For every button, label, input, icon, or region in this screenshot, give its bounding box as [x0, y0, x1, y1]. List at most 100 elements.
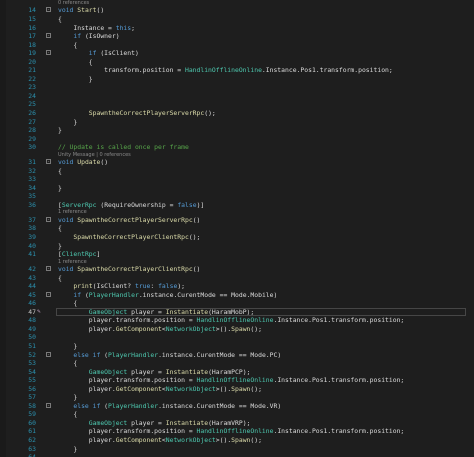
code-line[interactable]: 33	[0, 175, 474, 184]
code-text[interactable]: }	[58, 118, 77, 127]
code-line[interactable]: 29	[0, 135, 474, 144]
code-line[interactable]: 46 {	[0, 299, 474, 308]
code-editor[interactable]: 0 references 14- void Start() 15{16 Instanc…	[0, 0, 474, 457]
code-line[interactable]: 62 player.GetComponent<NetworkObject>().…	[0, 436, 474, 445]
code-line[interactable]: 19 - if (IsClient)	[0, 49, 474, 58]
code-line[interactable]: 51 }	[0, 342, 474, 351]
code-text[interactable]: {	[58, 15, 62, 24]
code-line[interactable]: 56 player.GetComponent<NetworkObject>().…	[0, 385, 474, 394]
code-text[interactable]: player.GetComponent<NetworkObject>().Spa…	[58, 436, 262, 445]
code-text[interactable]: {	[58, 359, 77, 368]
code-text[interactable]: [ClientRpc]	[58, 250, 100, 259]
code-line[interactable]: 58 - else if (PlayerHandler.instance.Cure…	[0, 402, 474, 411]
code-text[interactable]: {	[58, 167, 62, 176]
code-line[interactable]: 54 GameObject player = Instantiate(Haram…	[0, 368, 474, 377]
code-text[interactable]: else if (PlayerHandler.instance.CurentMo…	[58, 402, 281, 411]
fold-toggle-icon[interactable]: -	[46, 159, 51, 165]
code-text[interactable]: GameObject player = Instantiate(HaramVRP…	[58, 419, 251, 428]
code-line[interactable]: ✎ 47 GameObject player = Instantiate(Hara…	[0, 307, 474, 317]
code-text[interactable]: GameObject player = Instantiate(HaramPCP…	[58, 368, 251, 377]
code-text[interactable]: GameObject player = Instantiate(HaramMob…	[58, 308, 254, 317]
code-text[interactable]: if (PlayerHandler.instance.CurentMode ==…	[58, 291, 277, 300]
code-line[interactable]: 50	[0, 333, 474, 342]
code-line[interactable]: 18 {	[0, 41, 474, 50]
code-text[interactable]: }	[58, 342, 77, 351]
code-line[interactable]: 27 }	[0, 118, 474, 127]
code-line[interactable]: 57 }	[0, 393, 474, 402]
code-text[interactable]: player.transform.position = HandlinOffli…	[58, 376, 405, 385]
code-line[interactable]: 42 - void SpawntheCorrectPlayerClientRpc()	[0, 265, 474, 274]
code-line[interactable]: 20 {	[0, 58, 474, 67]
code-line[interactable]: 28}	[0, 126, 474, 135]
code-line[interactable]: 45 - if (PlayerHandler.instance.CurentMod…	[0, 291, 474, 300]
code-line[interactable]: 35	[0, 192, 474, 201]
code-line[interactable]: 49 player.GetComponent<NetworkObject>().…	[0, 325, 474, 334]
code-text[interactable]: [ServerRpc (RequireOwnership = false)]	[58, 201, 204, 210]
code-line[interactable]: 41 [ClientRpc]	[0, 250, 474, 259]
code-text[interactable]: }	[58, 184, 62, 193]
code-text[interactable]: }	[58, 445, 77, 454]
code-line[interactable]: 30 // Update is called once per frame	[0, 143, 474, 152]
code-line[interactable]: 17 - if (IsOwner)	[0, 32, 474, 41]
fold-toggle-icon[interactable]: -	[46, 50, 51, 56]
code-text[interactable]: if (IsOwner)	[58, 32, 119, 41]
code-text[interactable]: {	[58, 274, 62, 283]
code-text[interactable]: else if (PlayerHandler.instance.CurentMo…	[58, 351, 281, 360]
code-text[interactable]: SpawntheCorrectPlayerClientRpc();	[58, 233, 200, 242]
code-line[interactable]: 16 Instance = this;	[0, 24, 474, 33]
code-line[interactable]: 36 [ServerRpc (RequireOwnership = false)]	[0, 201, 474, 210]
code-line[interactable]: 64	[0, 453, 474, 457]
code-text[interactable]: }	[58, 75, 93, 84]
code-line[interactable]: 63 }	[0, 445, 474, 454]
fold-toggle-icon[interactable]: -	[46, 216, 51, 222]
code-line[interactable]: 26 SpawntheCorrectPlayerServerRpc();	[0, 109, 474, 118]
code-text[interactable]: }	[58, 126, 62, 135]
code-line[interactable]: 23	[0, 83, 474, 92]
code-line[interactable]: 32 {	[0, 167, 474, 176]
code-line[interactable]: 60 GameObject player = Instantiate(Haram…	[0, 419, 474, 428]
code-text[interactable]: player.GetComponent<NetworkObject>().Spa…	[58, 385, 262, 394]
code-line[interactable]: 34}	[0, 184, 474, 193]
code-text[interactable]: void SpawntheCorrectPlayerClientRpc()	[58, 265, 200, 274]
code-text[interactable]: print(IsClient? true: false);	[58, 282, 185, 291]
quick-actions-icon[interactable]: ✎	[37, 308, 44, 315]
fold-toggle-icon[interactable]: -	[46, 351, 51, 357]
code-text[interactable]: // Update is called once per frame	[58, 143, 189, 152]
code-line[interactable]: 25	[0, 100, 474, 109]
code-text[interactable]: {	[58, 299, 77, 308]
code-line[interactable]: 39 SpawntheCorrectPlayerClientRpc();	[0, 233, 474, 242]
code-text[interactable]: }	[58, 393, 77, 402]
code-text[interactable]: }	[58, 242, 62, 251]
fold-toggle-icon[interactable]: -	[46, 33, 51, 39]
code-line[interactable]: 15 {	[0, 15, 474, 24]
code-text[interactable]: player.GetComponent<NetworkObject>().Spa…	[58, 325, 262, 334]
fold-toggle-icon[interactable]: -	[46, 291, 51, 297]
code-line[interactable]: 38 {	[0, 224, 474, 233]
code-line[interactable]: 22 }	[0, 75, 474, 84]
code-text[interactable]: if (IsClient)	[58, 49, 139, 58]
code-line[interactable]: 59 {	[0, 410, 474, 419]
code-line[interactable]: 43 {	[0, 274, 474, 283]
code-text[interactable]: void Update()	[58, 158, 108, 167]
code-text[interactable]: Instance = this;	[58, 24, 135, 33]
code-text[interactable]: {	[58, 58, 93, 67]
fold-toggle-icon[interactable]: -	[46, 7, 51, 13]
code-text[interactable]: player.transform.position = HandlinOffli…	[58, 316, 405, 325]
code-line[interactable]: 52 - else if (PlayerHandler.instance.Cure…	[0, 351, 474, 360]
code-line[interactable]: 14 - void Start()	[0, 6, 474, 15]
code-line[interactable]: 53 {	[0, 359, 474, 368]
code-text[interactable]: {	[58, 224, 62, 233]
code-line[interactable]: 48 player.transform.position = HandlinOf…	[0, 316, 474, 325]
code-line[interactable]: 44 print(IsClient? true: false);	[0, 282, 474, 291]
code-text[interactable]: {	[58, 410, 77, 419]
code-line[interactable]: 21 transform.position = HandlinOfflineOn…	[0, 66, 474, 75]
code-line[interactable]: 37 - void SpawntheCorrectPlayerServerRpc()	[0, 216, 474, 225]
code-line[interactable]: 61 player.transform.position = HandlinOf…	[0, 427, 474, 436]
code-text[interactable]: player.transform.position = HandlinOffli…	[58, 427, 405, 436]
code-line[interactable]: 55 player.transform.position = HandlinOf…	[0, 376, 474, 385]
code-line[interactable]: 24	[0, 92, 474, 101]
fold-toggle-icon[interactable]: -	[46, 266, 51, 272]
code-text[interactable]: void Start()	[58, 6, 104, 15]
code-text[interactable]: {	[58, 41, 77, 50]
code-text[interactable]: transform.position = HandlinOfflineOnlin…	[58, 66, 393, 75]
